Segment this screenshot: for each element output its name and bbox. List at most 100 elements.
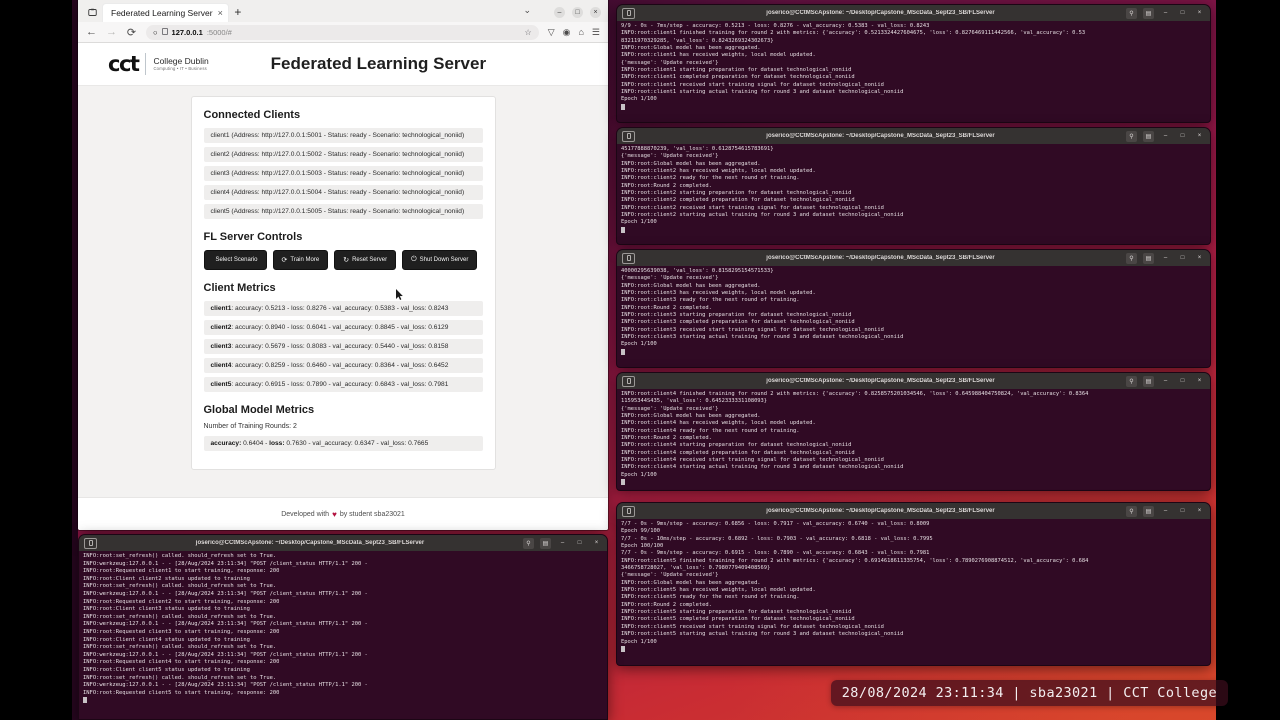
- page-info-icon: [161, 27, 168, 37]
- minimize-button[interactable]: –: [1160, 376, 1171, 387]
- terminal-titlebar: joserico@CCtMScApstone: ~/Desktop/Capsto…: [79, 535, 607, 551]
- browser-tab[interactable]: Federated Learning Server ×: [102, 3, 229, 22]
- save-to-pocket-icon[interactable]: ⌂: [578, 27, 583, 37]
- minimize-button[interactable]: –: [554, 6, 565, 18]
- minimize-button[interactable]: –: [1160, 8, 1171, 19]
- hamburger-menu-icon[interactable]: ▤: [540, 537, 551, 549]
- close-button[interactable]: ×: [1194, 131, 1205, 142]
- terminal-title: joserico@CCtMScApstone: ~/Desktop/Capsto…: [766, 508, 995, 514]
- reset-server-button[interactable]: ↻ Reset Server: [334, 250, 397, 270]
- minimize-button[interactable]: –: [1160, 253, 1171, 264]
- terminal-output[interactable]: 40000295639038, 'val_loss': 0.8158295154…: [617, 266, 1210, 367]
- minimize-button[interactable]: –: [557, 538, 568, 549]
- terminal-icon: [622, 7, 635, 19]
- maximize-button[interactable]: □: [1177, 506, 1188, 517]
- reload-button[interactable]: ⟳: [126, 26, 137, 39]
- maximize-button[interactable]: □: [572, 6, 583, 18]
- close-button[interactable]: ×: [590, 6, 601, 18]
- metric-client-name: client5: [210, 381, 232, 388]
- terminal-output[interactable]: 9/9 - 0s - 7ms/step - accuracy: 0.5213 -…: [617, 21, 1210, 122]
- button-label: Shut Down Server: [419, 257, 469, 263]
- terminal-text: INFO:root:client4 finished training for …: [621, 391, 1089, 478]
- maximize-button[interactable]: □: [1177, 8, 1188, 19]
- url-host: 127.0.0.1: [171, 27, 203, 37]
- desktop-clock-badge: 28/08/2024 23:11:34 | sba23021 | CCT Col…: [830, 680, 1228, 706]
- close-button[interactable]: ×: [1194, 506, 1205, 517]
- list-item: client3: accuracy: 0.5679 - loss: 0.8083…: [203, 339, 483, 354]
- button-label: Select Scenario: [215, 257, 258, 263]
- terminal-output[interactable]: INFO:root:client4 finished training for …: [617, 389, 1210, 490]
- page-body: Connected Clients client1 (Address: http…: [78, 86, 608, 497]
- terminal-cursor: [83, 697, 87, 704]
- search-icon[interactable]: ⚲: [523, 537, 534, 549]
- shut-down-server-button[interactable]: ⏻ Shut Down Server: [402, 250, 478, 270]
- cct-logo: cct College Dublin Computing • IT • Busi…: [108, 53, 209, 75]
- tab-list-icon[interactable]: [82, 3, 102, 21]
- bookmark-star-icon[interactable]: ☆: [525, 28, 532, 37]
- maximize-button[interactable]: □: [1177, 376, 1188, 387]
- terminal-titlebar: joserico@CCtMScApstone: ~/Desktop/Capsto…: [617, 373, 1210, 389]
- hamburger-menu-icon[interactable]: ▤: [1143, 505, 1154, 517]
- shield-icon[interactable]: ▽: [548, 27, 555, 38]
- fl-server-controls: Select Scenario ⟳ Train More ↻ Reset Ser…: [203, 250, 483, 270]
- address-bar[interactable]: ○ 127.0.0.1:5000/# ☆: [146, 24, 539, 40]
- terminal-text: 45177888870239, 'val_loss': 0.6128754615…: [621, 146, 904, 226]
- minimize-button[interactable]: –: [1160, 506, 1171, 517]
- main-card: Connected Clients client1 (Address: http…: [190, 96, 496, 470]
- terminal-title: joserico@CCtMScApstone: ~/Desktop/Capsto…: [766, 255, 995, 261]
- terminal-output[interactable]: 45177888870239, 'val_loss': 0.6128754615…: [617, 144, 1210, 244]
- maximize-button[interactable]: □: [574, 538, 585, 549]
- terminal-title: joserico@CCtMScApstone: ~/Desktop/Capsto…: [766, 378, 995, 384]
- close-button[interactable]: ×: [1194, 376, 1205, 387]
- maximize-button[interactable]: □: [1177, 131, 1188, 142]
- terminal-window-client1: joserico@CCtMScApstone: ~/Desktop/Capsto…: [616, 4, 1211, 123]
- global-accuracy-label: accuracy:: [210, 440, 242, 447]
- minimize-button[interactable]: –: [1160, 131, 1171, 142]
- list-item: client1: accuracy: 0.5213 - loss: 0.8276…: [203, 301, 483, 316]
- terminal-icon: [84, 537, 97, 549]
- terminal-cursor: [621, 103, 625, 110]
- hamburger-menu-icon[interactable]: ▤: [1143, 375, 1154, 387]
- search-icon[interactable]: ⚲: [1126, 375, 1137, 387]
- page-title: Federated Learning Server: [270, 54, 487, 73]
- terminal-titlebar: joserico@CCtMScApstone: ~/Desktop/Capsto…: [617, 128, 1210, 144]
- account-icon[interactable]: ◉: [563, 27, 571, 38]
- terminal-cursor: [621, 348, 625, 355]
- select-scenario-button[interactable]: Select Scenario: [203, 250, 267, 270]
- hamburger-menu-icon[interactable]: ▤: [1143, 130, 1154, 142]
- shield-icon: ○: [153, 27, 158, 37]
- metric-values: : accuracy: 0.5213 - loss: 0.8276 - val_…: [231, 305, 449, 312]
- refresh-icon: ⟳: [281, 257, 288, 264]
- hamburger-menu-icon[interactable]: ☰: [592, 27, 600, 38]
- terminal-output[interactable]: INFO:root:set_refresh() called. should_r…: [79, 551, 607, 719]
- list-item: client2 (Address: http://127.0.0.1:5002 …: [203, 147, 483, 162]
- browser-window: Federated Learning Server × + ⌄ – □ × ← …: [78, 0, 608, 530]
- terminal-window-client5: joserico@CCtMScApstone: ~/Desktop/Capsto…: [616, 502, 1211, 666]
- desktop-left-edge: [0, 0, 72, 720]
- browser-toolbar-icons: ▽ ◉ ⌂ ☰: [548, 27, 600, 38]
- metric-client-name: client1: [210, 305, 232, 312]
- terminal-output[interactable]: 7/7 - 0s - 9ms/step - accuracy: 0.6856 -…: [617, 519, 1210, 665]
- close-button[interactable]: ×: [591, 538, 602, 549]
- forward-button[interactable]: →: [106, 26, 117, 38]
- maximize-button[interactable]: □: [1177, 253, 1188, 264]
- back-button[interactable]: ←: [86, 26, 97, 38]
- terminal-icon: [622, 130, 635, 142]
- search-icon[interactable]: ⚲: [1126, 130, 1137, 142]
- metric-client-name: client3: [210, 343, 232, 350]
- close-button[interactable]: ×: [1194, 253, 1205, 264]
- close-icon[interactable]: ×: [218, 8, 223, 18]
- search-icon[interactable]: ⚲: [1126, 505, 1137, 517]
- close-button[interactable]: ×: [1194, 8, 1205, 19]
- chevron-down-icon[interactable]: ⌄: [523, 5, 531, 16]
- search-icon[interactable]: ⚲: [1126, 252, 1137, 264]
- global-accuracy-value: 0.6404 -: [241, 440, 270, 447]
- terminal-cursor: [621, 226, 625, 233]
- hamburger-menu-icon[interactable]: ▤: [1143, 7, 1154, 19]
- new-tab-button[interactable]: +: [229, 3, 247, 21]
- terminal-window-flserver: joserico@CCtMScApstone: ~/Desktop/Capsto…: [78, 534, 608, 720]
- hamburger-menu-icon[interactable]: ▤: [1143, 252, 1154, 264]
- power-icon: ⏻: [411, 256, 417, 263]
- search-icon[interactable]: ⚲: [1126, 7, 1137, 19]
- train-more-button[interactable]: ⟳ Train More: [272, 250, 329, 270]
